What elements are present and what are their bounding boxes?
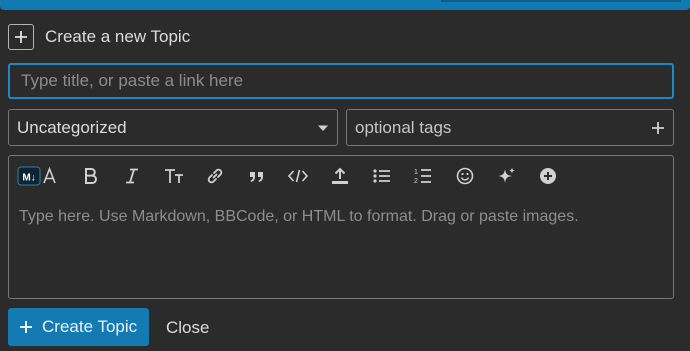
grippie-handle xyxy=(441,0,681,2)
plus-icon xyxy=(19,320,33,334)
category-dropdown[interactable]: Uncategorized xyxy=(8,109,338,146)
create-topic-label: Create Topic xyxy=(42,317,138,336)
svg-text:2: 2 xyxy=(414,178,418,185)
quote-icon[interactable] xyxy=(243,164,271,188)
close-button[interactable]: Close xyxy=(166,318,209,338)
tags-selector[interactable]: optional tags xyxy=(346,109,674,146)
numbered-list-icon[interactable]: 12 xyxy=(409,164,437,188)
category-selected-label: Uncategorized xyxy=(17,117,127,137)
bullet-list-icon[interactable] xyxy=(368,164,396,188)
italic-icon[interactable] xyxy=(118,164,146,188)
svg-text:1: 1 xyxy=(414,169,418,176)
ai-sparkle-icon[interactable] xyxy=(493,164,521,188)
tags-placeholder: optional tags xyxy=(355,117,452,137)
add-tag-icon[interactable] xyxy=(651,121,665,135)
heading-icon[interactable] xyxy=(160,164,188,188)
create-topic-button[interactable]: Create Topic xyxy=(8,308,149,346)
caret-down-icon xyxy=(317,124,329,132)
composer-header: Create a new Topic xyxy=(8,23,190,51)
svg-text:M↓: M↓ xyxy=(22,173,35,184)
composer-title: Create a new Topic xyxy=(45,27,191,46)
plus-icon xyxy=(8,24,34,50)
topic-title-input[interactable] xyxy=(8,63,674,99)
composer-editor[interactable]: M↓ 12 Type here. Use Markdown, BBCode, o… xyxy=(8,155,674,299)
markdown-toggle-icon[interactable]: M↓ xyxy=(16,164,64,188)
link-icon[interactable] xyxy=(201,164,229,188)
editor-toolbar: M↓ 12 xyxy=(9,156,673,196)
emoji-icon[interactable] xyxy=(451,164,479,188)
bold-icon[interactable] xyxy=(77,164,105,188)
upload-icon[interactable] xyxy=(326,164,354,188)
code-icon[interactable] xyxy=(284,164,312,188)
more-options-icon[interactable] xyxy=(534,164,562,188)
composer-grippie[interactable] xyxy=(0,0,690,10)
editor-placeholder: Type here. Use Markdown, BBCode, or HTML… xyxy=(19,208,579,225)
